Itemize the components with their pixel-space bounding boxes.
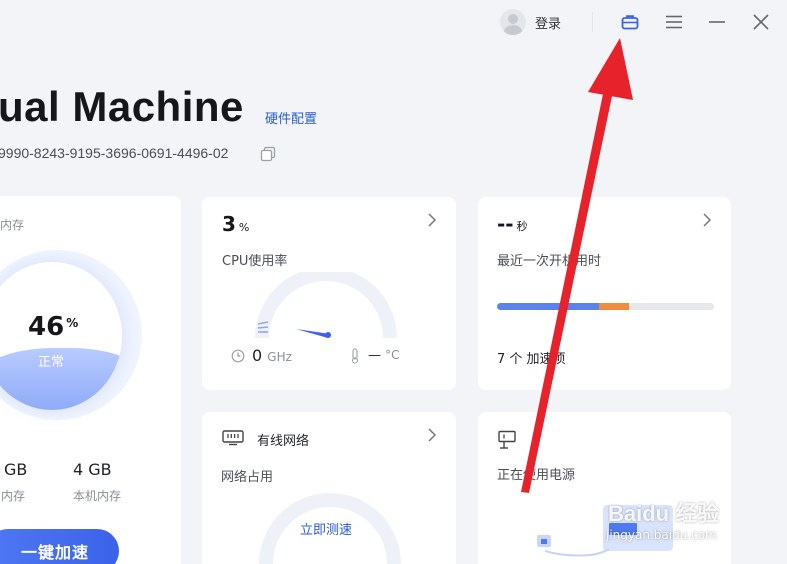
watermark-url: jingyan.baidu.com <box>606 528 717 542</box>
annotation-arrow <box>521 38 633 493</box>
watermark-logo: Baidu 经验 <box>608 501 720 526</box>
